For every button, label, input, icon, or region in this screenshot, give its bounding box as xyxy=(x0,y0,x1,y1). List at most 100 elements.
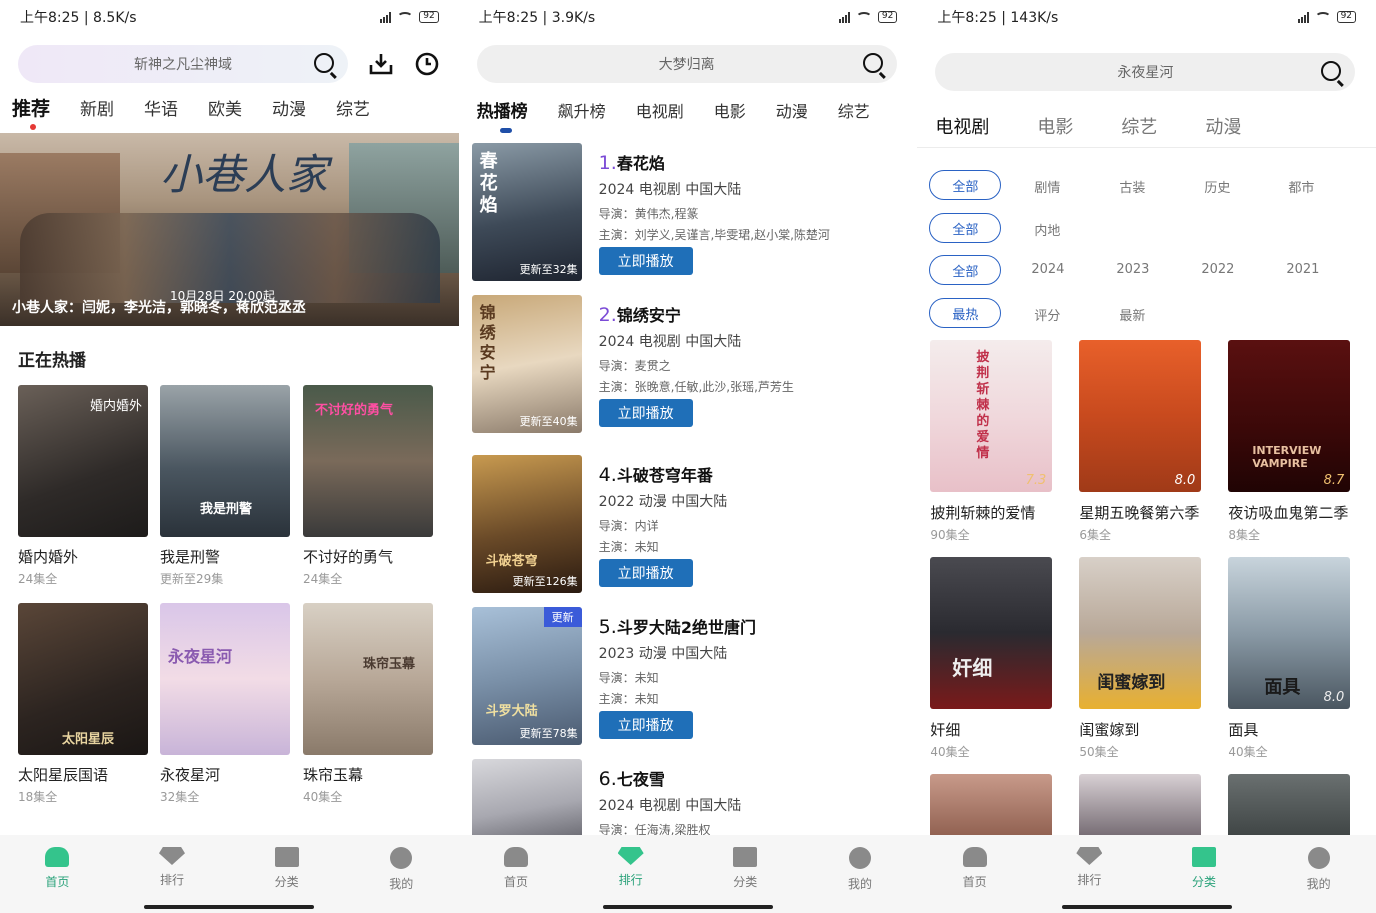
poster-card[interactable]: 闺蜜嫁到 xyxy=(1079,557,1202,709)
poster-card[interactable]: 更新 斗罗大陆 更新至78集 xyxy=(471,607,582,745)
search-icon[interactable] xyxy=(314,53,334,73)
tab-new[interactable]: 新剧 xyxy=(80,95,114,120)
tab-variety[interactable]: 综艺 xyxy=(1121,113,1157,139)
poster-card[interactable] xyxy=(471,759,582,839)
tab-anime[interactable]: 动漫 xyxy=(1205,113,1241,139)
rank-item-title[interactable]: 6.七夜雪 xyxy=(599,766,665,790)
filter-option[interactable]: 剧情 xyxy=(1034,177,1060,196)
tab-western[interactable]: 欧美 xyxy=(208,95,242,120)
home-screen: 上午8:25 | 8.5K/s 92 斩神之凡尘神域 推荐 新剧 华语 欧美 动… xyxy=(0,0,459,913)
nav-mine[interactable]: 我的 xyxy=(1279,847,1359,913)
nav-label: 首页 xyxy=(45,875,70,889)
poster-card[interactable]: 8.0 xyxy=(1079,340,1202,492)
tab-anime[interactable]: 动漫 xyxy=(272,95,306,120)
tab-hot[interactable]: 热播榜 xyxy=(477,97,528,122)
filter-option[interactable]: 内地 xyxy=(1034,220,1060,239)
nav-category[interactable]: 分类 xyxy=(247,847,327,913)
active-tab-indicator xyxy=(499,128,512,133)
poster-card[interactable] xyxy=(1079,774,1202,844)
nav-category[interactable]: 分类 xyxy=(1164,847,1244,913)
filter-option[interactable]: 都市 xyxy=(1288,177,1314,196)
gesture-bar[interactable] xyxy=(603,905,773,909)
poster-card[interactable]: 春花焰 更新至32集 xyxy=(471,143,582,281)
poster-card[interactable]: 锦绣安宁 更新至40集 xyxy=(471,295,582,433)
poster-card[interactable]: 面具 8.0 xyxy=(1228,557,1351,709)
filter-region-all[interactable]: 全部 xyxy=(929,213,1002,243)
nav-home[interactable]: 首页 xyxy=(935,847,1015,913)
history-icon[interactable] xyxy=(414,51,440,77)
gesture-bar[interactable] xyxy=(144,905,315,909)
poster-card[interactable]: 奸细 xyxy=(930,557,1053,709)
filter-option[interactable]: 最新 xyxy=(1119,305,1145,324)
play-button[interactable]: 立即播放 xyxy=(598,399,693,427)
nav-category[interactable]: 分类 xyxy=(705,847,785,913)
nav-mine[interactable]: 我的 xyxy=(361,847,441,913)
filter-year-all[interactable]: 全部 xyxy=(929,255,1002,285)
play-button[interactable]: 立即播放 xyxy=(598,711,693,739)
filter-option[interactable]: 2024 xyxy=(1031,262,1064,277)
nav-home[interactable]: 首页 xyxy=(476,847,556,913)
filter-option[interactable]: 2021 xyxy=(1286,262,1319,277)
item-sub: 8集全 xyxy=(1228,528,1260,542)
filter-option[interactable]: 历史 xyxy=(1204,177,1230,196)
tab-variety[interactable]: 综艺 xyxy=(838,98,870,122)
filter-option[interactable]: 古装 xyxy=(1119,177,1145,196)
banner-image[interactable]: 小巷人家 10月28日 20:00起 小巷人家：闫妮，李光洁，郭晓冬，蒋欣范丞丞 xyxy=(0,133,459,326)
nav-label: 我的 xyxy=(847,877,872,891)
item-sub: 40集全 xyxy=(303,790,343,804)
poster-card[interactable]: 太阳星辰 xyxy=(18,603,148,755)
rank-item-title[interactable]: 5.斗罗大陆2绝世唐门 xyxy=(599,614,756,638)
filter-sort-hot[interactable]: 最热 xyxy=(929,298,1002,328)
nav-home[interactable]: 首页 xyxy=(17,847,97,913)
nav-ranking[interactable]: 排行 xyxy=(591,847,671,913)
filter-option[interactable]: 2023 xyxy=(1116,262,1149,277)
status-time-speed: 上午8:25 | 8.5K/s xyxy=(20,10,137,26)
home-icon xyxy=(45,847,70,867)
tab-tv[interactable]: 电视剧 xyxy=(636,98,684,122)
tab-variety[interactable]: 综艺 xyxy=(336,95,370,120)
tab-tv[interactable]: 电视剧 xyxy=(935,113,989,139)
poster-card[interactable] xyxy=(1228,774,1351,844)
search-input[interactable]: 斩神之凡尘神域 xyxy=(18,45,348,83)
filter-genre-all[interactable]: 全部 xyxy=(929,170,1002,200)
rank-number: 5. xyxy=(598,616,617,638)
tab-movie[interactable]: 电影 xyxy=(714,98,746,122)
nav-ranking[interactable]: 排行 xyxy=(1049,847,1129,913)
download-icon[interactable] xyxy=(368,51,394,77)
rank-item-title[interactable]: 1.春花焰 xyxy=(599,150,665,174)
play-button[interactable]: 立即播放 xyxy=(598,559,693,587)
poster-card[interactable]: 我是刑警 xyxy=(160,385,290,537)
search-icon[interactable] xyxy=(1321,61,1342,81)
search-input[interactable]: 永夜星河 xyxy=(935,53,1356,91)
section-title: 正在热播 xyxy=(18,351,86,371)
filter-option[interactable]: 2022 xyxy=(1201,262,1234,277)
poster-card[interactable]: 永夜星河 xyxy=(160,603,290,755)
search-input[interactable]: 大梦归离 xyxy=(476,45,897,83)
rank-item-title[interactable]: 2.锦绣安宁 xyxy=(599,302,681,326)
nav-label: 分类 xyxy=(1191,875,1216,889)
filter-option[interactable]: 评分 xyxy=(1034,305,1060,324)
category-screen: 上午8:25 | 143K/s 92 永夜星河 电视剧 电影 综艺 动漫 全部 … xyxy=(917,0,1376,913)
item-title: 面具 xyxy=(1228,721,1259,739)
play-button[interactable]: 立即播放 xyxy=(598,247,693,275)
rank-item-title[interactable]: 4.斗破苍穹年番 xyxy=(599,462,713,486)
score-label: 8.0 xyxy=(1323,690,1345,705)
poster-card[interactable]: 不讨好的勇气 xyxy=(303,385,433,537)
tab-chinese[interactable]: 华语 xyxy=(144,95,178,120)
tab-anime[interactable]: 动漫 xyxy=(776,98,808,122)
tab-rising[interactable]: 飙升榜 xyxy=(558,98,606,122)
search-icon[interactable] xyxy=(862,53,883,73)
nav-mine[interactable]: 我的 xyxy=(820,847,900,913)
poster-card[interactable] xyxy=(930,774,1053,844)
nav-ranking[interactable]: 排行 xyxy=(132,847,212,913)
poster-card[interactable]: 披荆斩棘的爱情 7.3 xyxy=(930,340,1053,492)
poster-card[interactable]: INTERVIEW VAMPIRE 8.7 xyxy=(1228,340,1351,492)
tab-recommend[interactable]: 推荐 xyxy=(12,94,50,121)
gesture-bar[interactable] xyxy=(1061,905,1232,909)
poster-card[interactable]: 婚内婚外 xyxy=(18,385,148,537)
poster-card[interactable]: 斗破苍穹 更新至126集 xyxy=(471,455,582,593)
home-icon xyxy=(962,847,987,867)
nav-label: 排行 xyxy=(1077,873,1102,887)
tab-movie[interactable]: 电影 xyxy=(1037,113,1073,139)
poster-card[interactable]: 珠帘玉幕 xyxy=(303,603,433,755)
